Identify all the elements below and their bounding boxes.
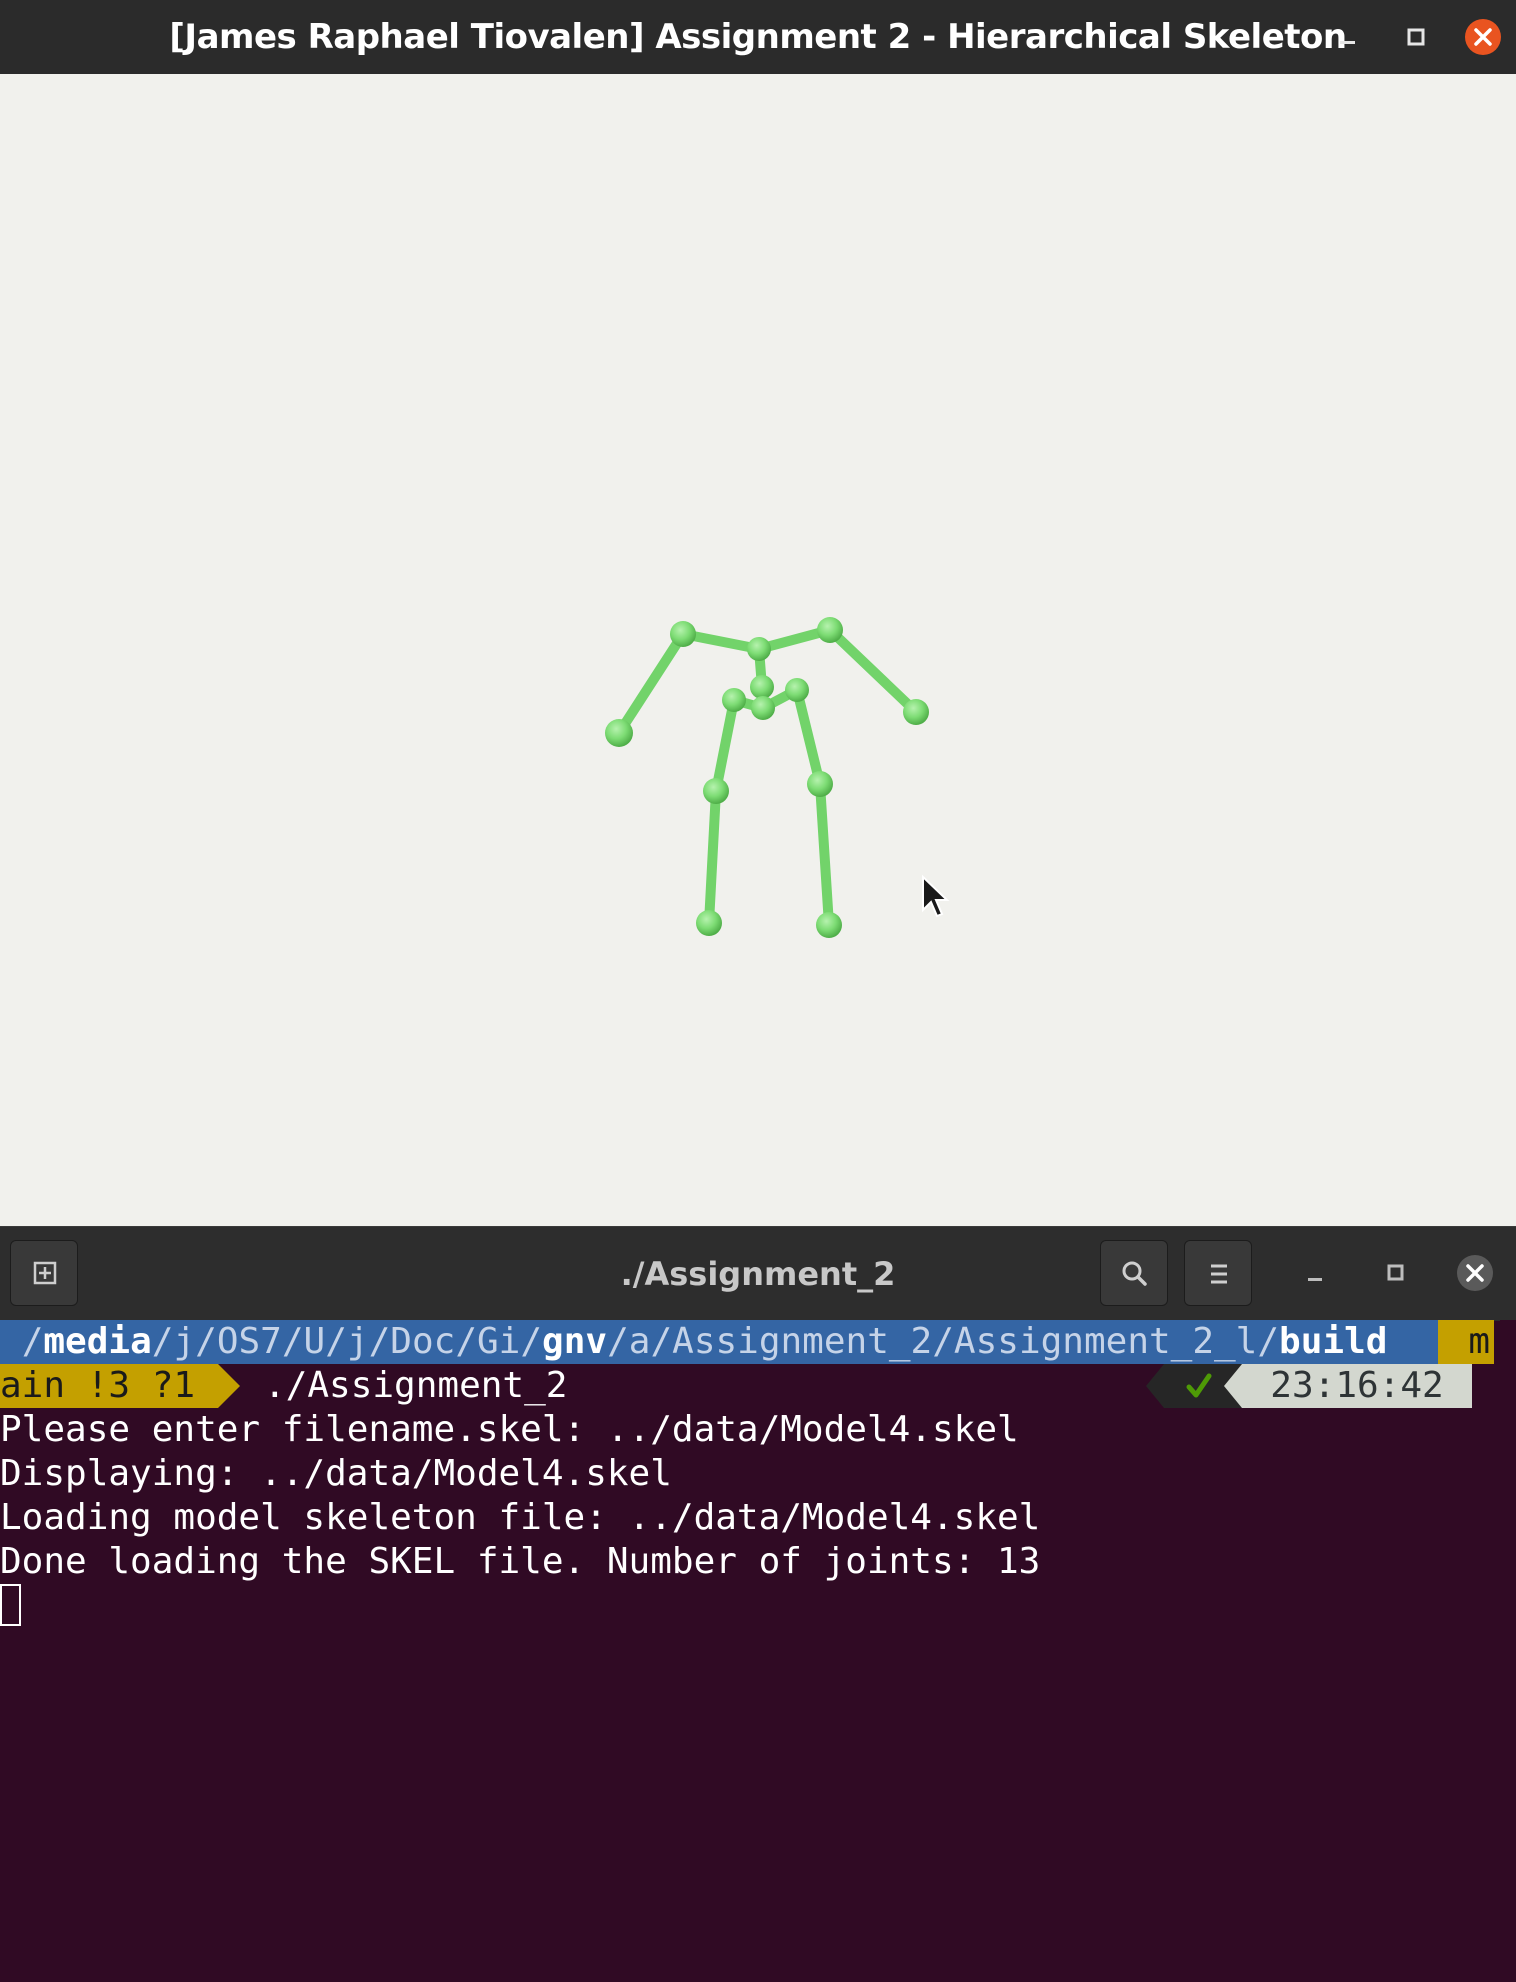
viewer-window-title: [James Raphael Tiovalen] Assignment 2 - … xyxy=(169,17,1347,57)
close-icon[interactable] xyxy=(1462,16,1504,58)
prompt-time: 23:16:42 xyxy=(1242,1364,1472,1408)
joint xyxy=(605,719,633,747)
path-segment: / xyxy=(281,1321,304,1362)
joint xyxy=(750,675,774,699)
path-segment: j xyxy=(346,1321,369,1362)
joint xyxy=(722,688,746,712)
path-segment: Assignment_2_l xyxy=(953,1321,1258,1362)
path-segment: Assignment_2 xyxy=(672,1321,933,1362)
path-segment: / xyxy=(21,1321,44,1362)
prompt-branch-overflow: m xyxy=(1438,1320,1494,1364)
search-icon xyxy=(1122,1261,1147,1286)
path-segment: / xyxy=(520,1321,543,1362)
joint xyxy=(817,617,843,643)
path-segment: / xyxy=(151,1321,174,1362)
terminal-title: ./Assignment_2 xyxy=(620,1255,896,1293)
bone xyxy=(825,625,921,717)
joint xyxy=(903,699,929,725)
bone xyxy=(815,779,834,930)
path-segment: / xyxy=(325,1321,347,1362)
joint xyxy=(747,637,771,661)
bone xyxy=(711,695,739,796)
prompt-git-branch: ain !3 ?1 xyxy=(0,1364,218,1408)
path-segment: OS7 xyxy=(216,1321,282,1362)
minimize-icon[interactable] xyxy=(1326,16,1368,58)
skeleton-render xyxy=(605,617,950,938)
path-segment: gnv xyxy=(542,1321,608,1362)
terminal-maximize-icon[interactable] xyxy=(1371,1249,1419,1297)
path-segment: Gi xyxy=(477,1321,521,1362)
skeleton-bones xyxy=(614,625,921,930)
viewer-titlebar[interactable]: [James Raphael Tiovalen] Assignment 2 - … xyxy=(0,0,1516,74)
path-segment: / xyxy=(455,1321,477,1362)
opengl-canvas[interactable] xyxy=(0,74,1516,1226)
powerline-separator xyxy=(218,1364,240,1408)
terminal-cursor xyxy=(0,1584,21,1626)
path-segment: Doc xyxy=(390,1321,456,1362)
hamburger-menu-icon xyxy=(1211,1264,1227,1284)
path-segment: / xyxy=(1257,1321,1280,1362)
prompt-path-segment: /media/j/OS7/U/j/Doc/Gi/gnv/a/Assignment… xyxy=(0,1320,1438,1364)
path-segment: build xyxy=(1279,1321,1388,1362)
prompt-status-segment xyxy=(1146,1364,1242,1408)
path-segment: / xyxy=(195,1321,217,1362)
terminal-output[interactable]: /media/j/OS7/U/j/Doc/Gi/gnv/a/Assignment… xyxy=(0,1320,1500,1982)
joint xyxy=(807,771,833,797)
menu-button[interactable] xyxy=(1184,1240,1252,1306)
terminal-close-icon[interactable] xyxy=(1451,1249,1499,1297)
joint xyxy=(785,678,809,702)
path-segment: / xyxy=(607,1321,629,1362)
path-segment: / xyxy=(368,1321,391,1362)
path-segment: U xyxy=(303,1321,326,1362)
maximize-icon[interactable] xyxy=(1394,16,1436,58)
terminal-scrollbar[interactable] xyxy=(1500,1320,1516,1982)
output-line: Loading model skeleton file: ../data/Mod… xyxy=(0,1497,1041,1538)
bone xyxy=(614,629,688,738)
joint xyxy=(751,696,775,720)
terminal-window: ./Assignment_2 /media/j/OS7/U/j/Doc/Gi/g… xyxy=(0,1226,1516,1982)
bone xyxy=(704,786,721,928)
path-segment: / xyxy=(650,1321,673,1362)
prompt-command: ./Assignment_2 xyxy=(264,1365,568,1406)
output-line: Please enter filename.skel: ../data/Mode… xyxy=(0,1409,1019,1450)
output-line: Displaying: ../data/Model4.skel xyxy=(0,1453,672,1494)
skeleton-joints xyxy=(605,617,929,938)
bone xyxy=(792,685,825,789)
skeleton-viewer-window: [James Raphael Tiovalen] Assignment 2 - … xyxy=(0,0,1516,1226)
joint xyxy=(816,912,842,938)
joint xyxy=(670,621,696,647)
path-segment: j xyxy=(173,1321,196,1362)
output-line: Done loading the SKEL file. Number of jo… xyxy=(0,1541,1041,1582)
joint xyxy=(696,910,722,936)
path-segment: media xyxy=(43,1321,152,1362)
mouse-pointer-icon xyxy=(922,874,950,918)
path-segment: a xyxy=(628,1321,651,1362)
joint xyxy=(703,778,729,804)
search-button[interactable] xyxy=(1100,1240,1168,1306)
terminal-headerbar[interactable]: ./Assignment_2 xyxy=(0,1226,1516,1321)
terminal-minimize-icon[interactable] xyxy=(1291,1249,1339,1297)
path-segment: / xyxy=(932,1321,954,1362)
